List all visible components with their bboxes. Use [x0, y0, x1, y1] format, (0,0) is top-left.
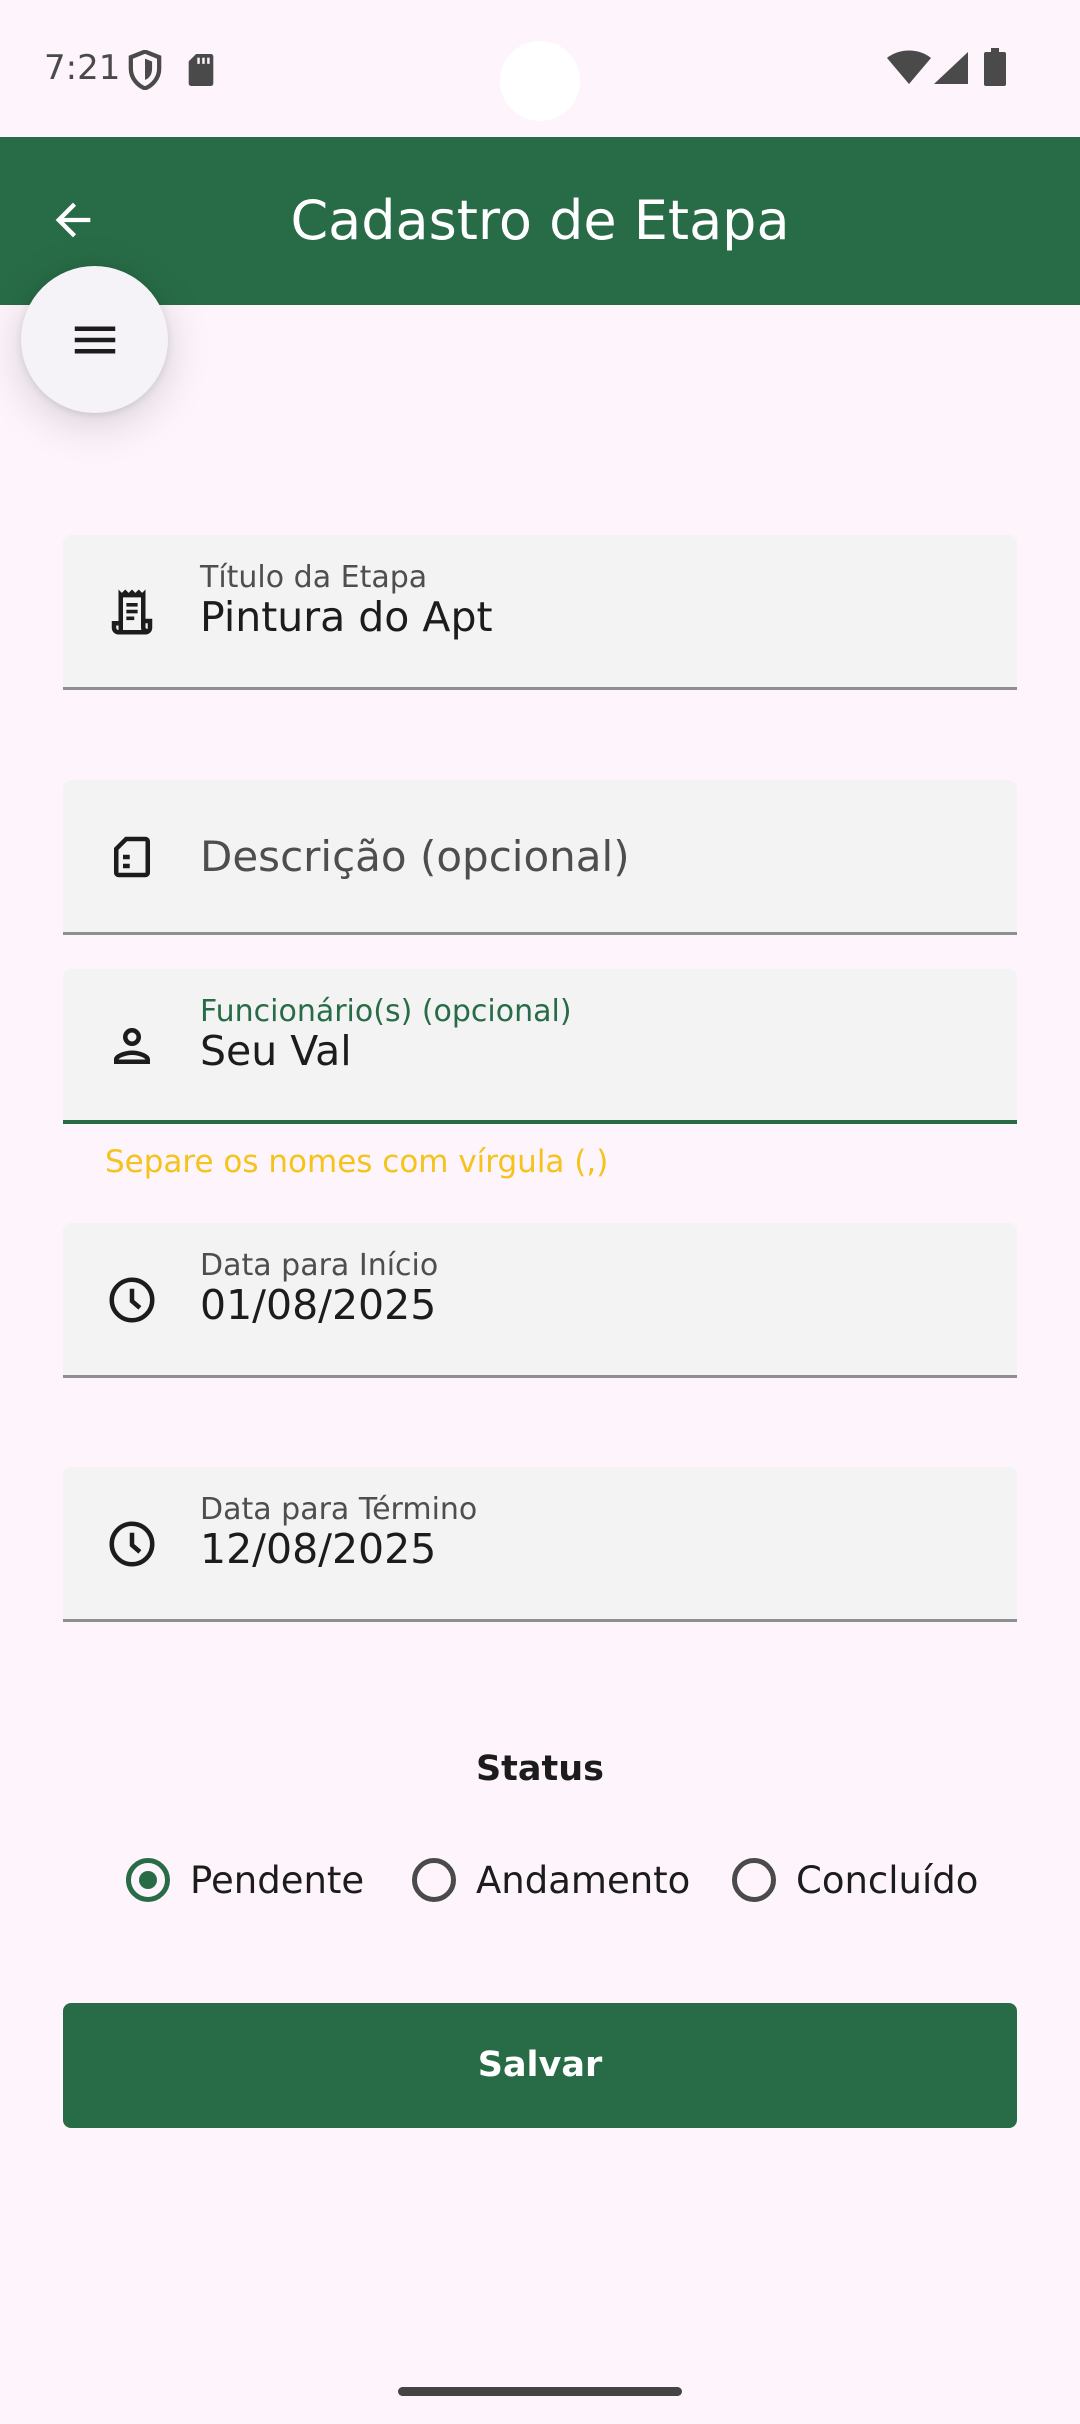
page-title: Cadastro de Etapa [290, 189, 790, 252]
receipt-icon [111, 589, 153, 635]
status-time: 7:21 [44, 48, 121, 88]
data-termino-value: 12/08/2025 [200, 1525, 437, 1573]
data-inicio-field[interactable]: Data para Início 01/08/2025 [63, 1223, 1017, 1378]
sd-card-icon [188, 54, 214, 86]
status-bar: 7:21 [0, 0, 1080, 137]
status-heading: Status [475, 1749, 605, 1789]
descricao-field[interactable]: Descrição (opcional) [63, 780, 1017, 935]
radio-button[interactable] [412, 1858, 456, 1902]
radio-button[interactable] [732, 1858, 776, 1902]
radio-concluido[interactable]: Concluído [732, 1850, 978, 1910]
data-termino-field[interactable]: Data para Término 12/08/2025 [63, 1467, 1017, 1622]
battery-icon [984, 48, 1006, 86]
radio-label: Andamento [476, 1858, 691, 1902]
funcionarios-field[interactable]: Funcionário(s) (opcional) Seu Val [63, 969, 1017, 1124]
radio-pendente[interactable]: Pendente [126, 1850, 364, 1910]
menu-button[interactable] [21, 266, 168, 413]
descricao-placeholder: Descrição (opcional) [200, 832, 630, 881]
radio-label: Concluído [796, 1858, 979, 1902]
person-icon [114, 1028, 150, 1064]
titulo-value: Pintura do Apt [200, 593, 493, 641]
clock-icon [109, 1521, 155, 1567]
menu-icon [74, 326, 115, 353]
app-bar: Cadastro de Etapa [0, 137, 1080, 305]
save-button[interactable]: Salvar [63, 2003, 1017, 2128]
shield-icon [128, 50, 162, 90]
camera-cutout [500, 41, 580, 121]
radio-andamento[interactable]: Andamento [412, 1850, 690, 1910]
description-icon [114, 836, 150, 878]
wifi-icon [887, 50, 931, 84]
radio-label: Pendente [190, 1858, 365, 1902]
screen: 7:21 Cadastro de Etapa Título da Etapa P… [0, 0, 1080, 2424]
titulo-field[interactable]: Título da Etapa Pintura do Apt [63, 535, 1017, 690]
funcionarios-value: Seu Val [200, 1027, 352, 1075]
clock-icon [109, 1277, 155, 1323]
arrow-back-icon [55, 202, 91, 238]
radio-button-checked[interactable] [126, 1858, 170, 1902]
back-button[interactable] [38, 185, 108, 255]
signal-icon [934, 52, 968, 84]
funcionarios-helper-text: Separe os nomes com vírgula (,) [105, 1144, 609, 1180]
data-inicio-value: 01/08/2025 [200, 1281, 437, 1329]
home-indicator[interactable] [398, 2387, 682, 2396]
